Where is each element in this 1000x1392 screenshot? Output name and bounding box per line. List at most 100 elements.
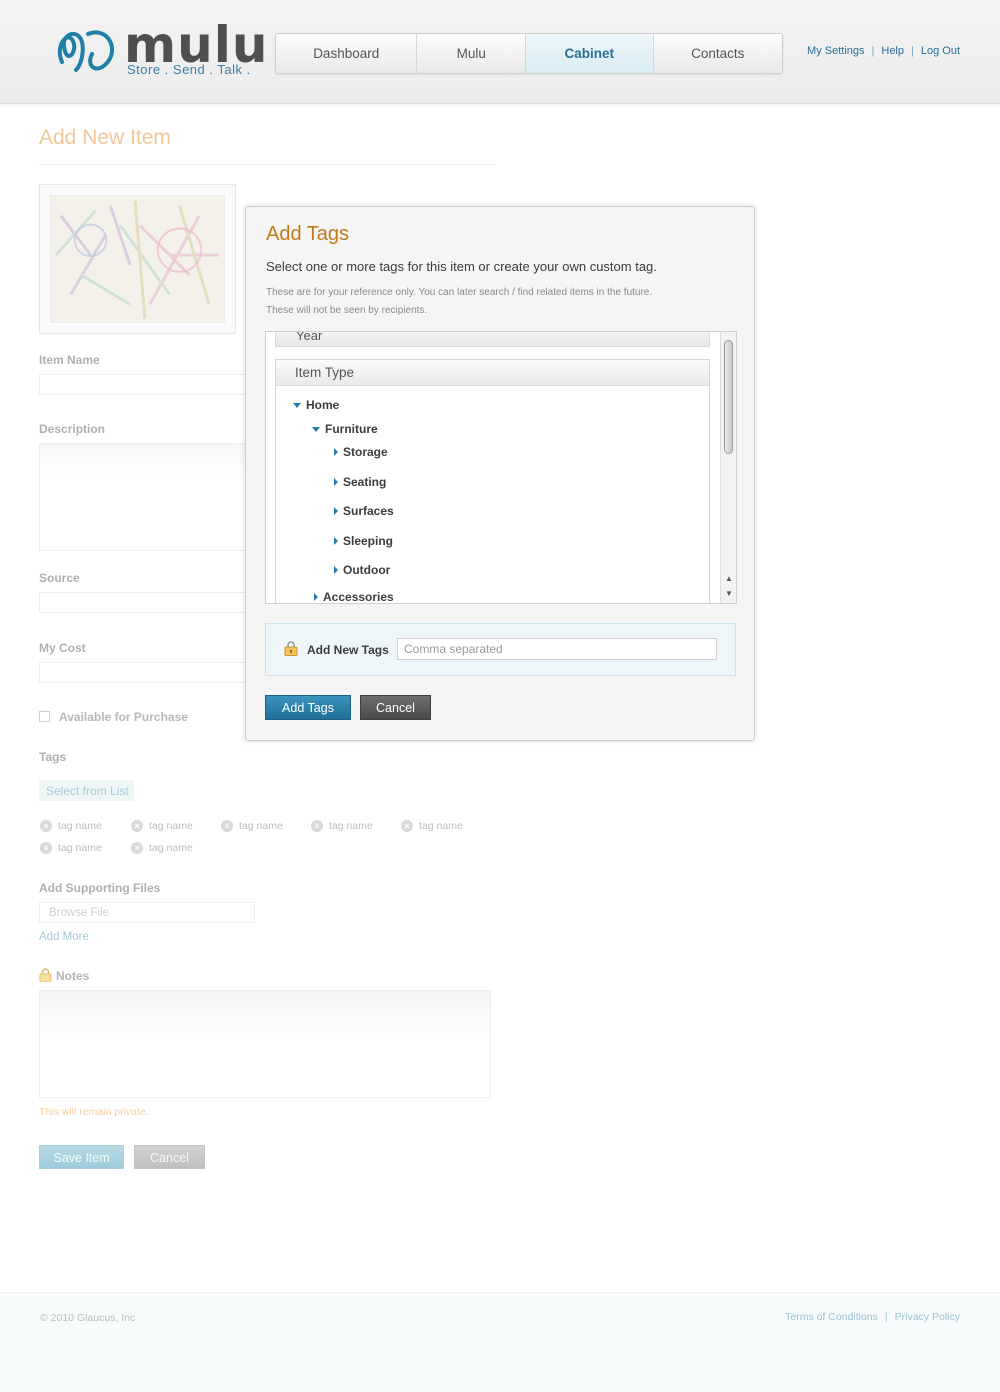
tag-chip: × tag name [131, 842, 193, 854]
tree-node-label: Accessories [323, 590, 394, 604]
expanded-arrow-icon [293, 402, 301, 408]
brand-tagline: Store . Send . Talk . [127, 62, 251, 77]
group-item-type-header[interactable]: Item Type [276, 360, 709, 386]
tree-node-label: Sleeping [343, 534, 394, 548]
add-new-tags-panel: Add New Tags [265, 623, 736, 676]
tree-node-furniture[interactable]: Furniture [312, 422, 378, 436]
add-more-link[interactable]: Add More [39, 931, 89, 943]
tag-chip: × tag name [221, 820, 283, 832]
group-item-type: Item Type Home Furniture Storage Seating… [275, 359, 710, 604]
footer-links: Terms of Conditions | Privacy Policy [785, 1311, 960, 1323]
collapsed-arrow-icon [314, 593, 318, 601]
tree-node-surfaces[interactable]: Surfaces [334, 504, 394, 518]
tree-node-label: Home [306, 398, 340, 412]
expanded-arrow-icon [312, 426, 320, 432]
supporting-files-label: Add Supporting Files [39, 881, 161, 895]
item-name-label: Item Name [39, 353, 100, 367]
remove-tag-icon[interactable]: × [131, 820, 143, 832]
tag-chip: × tag name [131, 820, 193, 832]
tree-node-label: Storage [343, 445, 388, 459]
tag-chip: × tag name [40, 820, 102, 832]
add-tags-dialog: Add Tags Select one or more tags for thi… [245, 206, 755, 741]
link-separator: | [884, 1311, 888, 1323]
tag-label: tag name [329, 820, 373, 832]
logo-swirl-icon [57, 30, 114, 72]
notes-label: Notes [56, 969, 90, 983]
tag-chip: × tag name [401, 820, 463, 832]
collapsed-arrow-icon [334, 478, 338, 486]
tags-label: Tags [39, 750, 67, 764]
description-textarea[interactable] [39, 443, 249, 551]
source-input[interactable] [39, 592, 249, 613]
group-year[interactable]: Year [275, 332, 710, 347]
lock-icon [39, 968, 52, 982]
tag-label: tag name [58, 842, 102, 854]
tree-node-label: Surfaces [343, 504, 394, 518]
main-nav: Dashboard Mulu Cabinet Contacts [275, 33, 783, 74]
dialog-note-line: These are for your reference only. You c… [266, 287, 653, 298]
remove-tag-icon[interactable]: × [131, 842, 143, 854]
item-name-input[interactable] [39, 374, 249, 395]
terms-link[interactable]: Terms of Conditions [785, 1311, 878, 1323]
tab-contacts[interactable]: Contacts [654, 34, 782, 73]
scrollbar-thumb[interactable] [724, 340, 733, 454]
add-tags-button[interactable]: Add Tags [265, 695, 351, 720]
title-divider [39, 164, 495, 165]
privacy-link[interactable]: Privacy Policy [895, 1311, 960, 1323]
tag-label: tag name [419, 820, 463, 832]
collapsed-arrow-icon [334, 507, 338, 515]
tag-label: tag name [149, 820, 193, 832]
help-link[interactable]: Help [881, 45, 904, 57]
cancel-button[interactable]: Cancel [134, 1145, 205, 1169]
browse-file-input[interactable]: Browse File [39, 902, 255, 923]
tree-node-storage[interactable]: Storage [334, 445, 388, 459]
remove-tag-icon[interactable]: × [40, 820, 52, 832]
dialog-note-line: These will not be seen by recipients. [266, 305, 428, 316]
tag-chip: × tag name [311, 820, 373, 832]
logout-link[interactable]: Log Out [921, 45, 960, 57]
tree-node-accessories[interactable]: Accessories [314, 590, 394, 604]
dialog-subtitle: Select one or more tags for this item or… [266, 259, 657, 274]
tree-node-outdoor[interactable]: Outdoor [334, 563, 390, 577]
tab-dashboard[interactable]: Dashboard [276, 34, 418, 73]
collapsed-arrow-icon [334, 537, 338, 545]
item-photo-frame[interactable] [39, 184, 236, 334]
page-title: Add New Item [39, 126, 171, 149]
remove-tag-icon[interactable]: × [401, 820, 413, 832]
select-from-list-button[interactable]: Select from List [39, 780, 134, 801]
tag-label: tag name [149, 842, 193, 854]
link-separator: | [911, 45, 914, 57]
available-checkbox[interactable] [39, 711, 50, 722]
scroll-down-arrow-icon[interactable]: ▼ [725, 589, 733, 598]
notes-textarea[interactable] [39, 990, 491, 1098]
link-separator: | [871, 45, 875, 57]
account-links: My Settings | Help | Log Out [807, 45, 960, 57]
tab-cabinet[interactable]: Cabinet [526, 34, 654, 73]
remove-tag-icon[interactable]: × [311, 820, 323, 832]
tree-node-label: Furniture [325, 422, 378, 436]
save-item-button[interactable]: Save Item [39, 1145, 124, 1169]
private-note: This will remain private. [39, 1106, 149, 1118]
tree-node-seating[interactable]: Seating [334, 475, 386, 489]
tree-node-sleeping[interactable]: Sleeping [334, 534, 393, 548]
new-tags-input[interactable] [397, 638, 717, 660]
tag-chip: × tag name [40, 842, 102, 854]
tag-label: tag name [58, 820, 102, 832]
available-label: Available for Purchase [59, 710, 188, 724]
dialog-note: These are for your reference only. You c… [266, 284, 652, 320]
tag-label: tag name [239, 820, 283, 832]
tree-node-label: Outdoor [343, 563, 391, 577]
remove-tag-icon[interactable]: × [221, 820, 233, 832]
tree-node-home[interactable]: Home [293, 398, 339, 412]
tab-mulu[interactable]: Mulu [417, 34, 527, 73]
collapsed-arrow-icon [334, 448, 338, 456]
my-settings-link[interactable]: My Settings [807, 45, 864, 57]
copyright: © 2010 Glaucus, Inc [40, 1312, 136, 1324]
tree-scrollbar[interactable]: ▲ ▼ [720, 332, 736, 603]
tag-tree: Year Item Type Home Furniture Storage Se… [265, 331, 737, 604]
cost-input[interactable] [39, 662, 249, 683]
mulu-logo[interactable]: mulu Store . Send . Talk . [52, 16, 267, 82]
scroll-up-arrow-icon[interactable]: ▲ [725, 574, 733, 583]
dialog-cancel-button[interactable]: Cancel [360, 695, 431, 720]
remove-tag-icon[interactable]: × [40, 842, 52, 854]
